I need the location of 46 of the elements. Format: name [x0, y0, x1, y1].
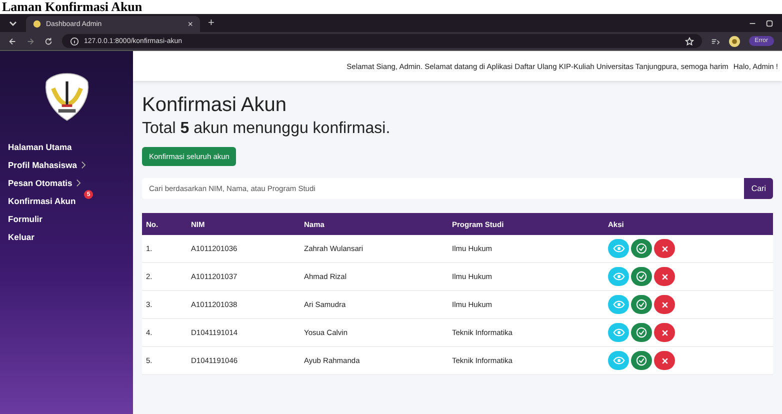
close-icon — [660, 328, 668, 336]
approve-button[interactable] — [631, 351, 652, 370]
approve-button[interactable] — [631, 295, 652, 314]
sidebar-item[interactable]: Pesan Otomatis — [8, 178, 72, 188]
back-icon[interactable] — [8, 36, 17, 46]
extension-icon[interactable] — [710, 36, 720, 46]
forward-icon[interactable] — [26, 36, 35, 46]
sidebar-item[interactable]: Keluar — [8, 232, 34, 242]
eye-icon — [612, 328, 624, 337]
check-circle-icon — [636, 299, 647, 310]
sidebar-item[interactable]: Konfirmasi Akun — [8, 196, 76, 206]
check-circle-icon — [636, 355, 647, 366]
close-icon — [660, 300, 668, 308]
check-circle-icon — [636, 327, 647, 338]
eye-icon — [612, 244, 624, 253]
reject-button[interactable] — [654, 295, 675, 314]
approve-button[interactable] — [631, 239, 652, 258]
close-icon — [660, 356, 668, 364]
reject-button[interactable] — [654, 351, 675, 370]
profile-icon[interactable] — [728, 36, 740, 46]
sidebar-item[interactable]: Formulir — [8, 214, 42, 224]
approve-button[interactable] — [631, 267, 652, 286]
star-icon[interactable] — [684, 36, 694, 46]
sidebar-item[interactable]: Profil Mahasiswa — [8, 160, 77, 170]
maximize-icon[interactable] — [765, 18, 774, 28]
eye-icon — [612, 300, 624, 309]
eye-icon — [612, 356, 624, 365]
reject-button[interactable] — [654, 267, 675, 286]
search-button[interactable]: Cari — [744, 178, 773, 199]
close-icon — [660, 272, 668, 280]
site-info-icon — [70, 36, 79, 46]
close-icon — [660, 244, 668, 252]
approve-button[interactable] — [631, 323, 652, 342]
eye-icon — [612, 272, 624, 281]
page-caption: Laman Konfirmasi Akun — [1, 0, 144, 14]
check-circle-icon — [636, 271, 647, 282]
new-tab-button[interactable]: + — [208, 17, 214, 29]
reject-button[interactable] — [654, 239, 675, 258]
reject-button[interactable] — [654, 323, 675, 342]
page-title: Konfirmasi Akun — [142, 93, 287, 117]
favicon-icon — [33, 20, 41, 28]
reload-icon[interactable] — [44, 36, 53, 46]
sidebar-item[interactable]: Halaman Utama — [8, 142, 72, 152]
summary-text: Total 5 akun menunggu konfirmasi. — [142, 119, 390, 139]
tab-close[interactable]: × — [188, 19, 193, 29]
check-circle-icon — [636, 243, 647, 254]
